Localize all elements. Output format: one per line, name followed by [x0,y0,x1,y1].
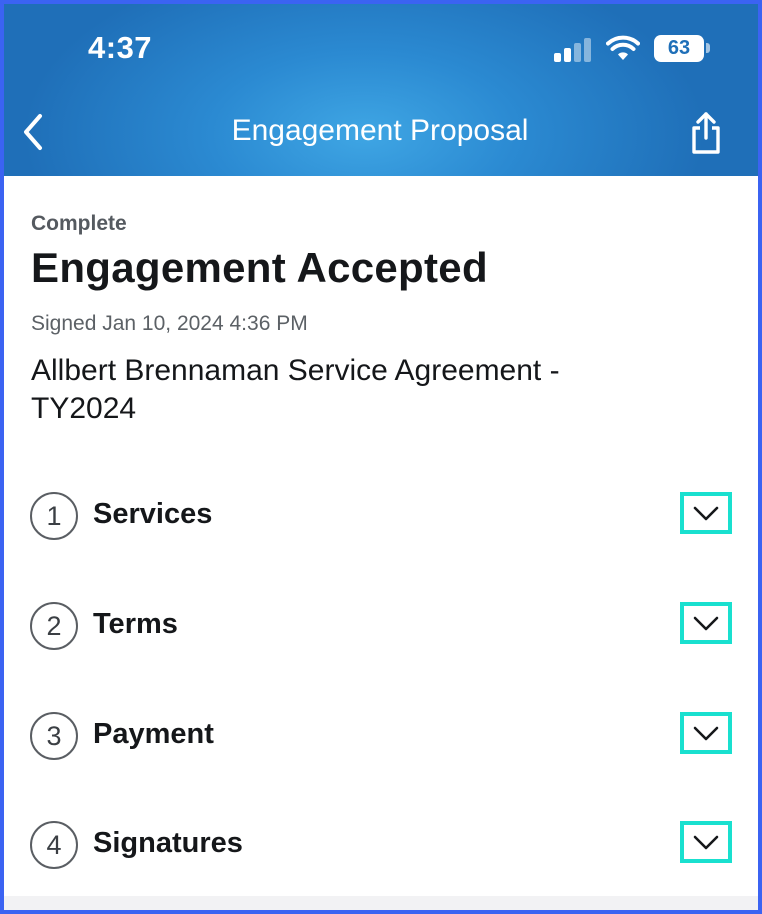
chevron-down-icon [693,835,719,850]
header-bar: 4:37 63 Engagement Proposal [4,4,758,176]
page-title: Engagement Proposal [231,114,529,147]
expand-button[interactable] [680,821,732,863]
back-button[interactable] [16,110,52,154]
section-services[interactable]: 1 Services [4,486,758,546]
battery-nub [706,43,710,53]
expand-button[interactable] [680,712,732,754]
expand-button[interactable] [680,602,732,644]
headline: Engagement Accepted [31,244,488,291]
section-label: Services [93,498,213,530]
expand-button[interactable] [680,492,732,534]
step-number: 1 [30,492,78,540]
share-icon[interactable] [688,110,724,156]
footer-divider [4,896,758,910]
section-payment[interactable]: 3 Payment [4,706,758,766]
status-time: 4:37 [88,30,153,65]
agreement-title: Allbert Brennaman Service Agreement - TY… [31,354,560,425]
app-screen: 4:37 63 Engagement Proposal Complete Eng… [0,0,762,914]
signed-timestamp: Signed Jan 10, 2024 4:36 PM [31,312,308,335]
battery-indicator: 63 [654,35,704,62]
section-label: Signatures [93,827,243,859]
section-signatures[interactable]: 4 Signatures [4,815,758,875]
status-label: Complete [31,212,127,235]
cellular-signal-icon [554,36,594,62]
section-terms[interactable]: 2 Terms [4,596,758,656]
chevron-down-icon [693,726,719,741]
chevron-down-icon [693,506,719,521]
section-label: Payment [93,718,214,750]
chevron-down-icon [693,616,719,631]
step-number: 2 [30,602,78,650]
step-number: 3 [30,712,78,760]
step-number: 4 [30,821,78,869]
section-label: Terms [93,608,178,640]
wifi-icon [606,35,640,60]
